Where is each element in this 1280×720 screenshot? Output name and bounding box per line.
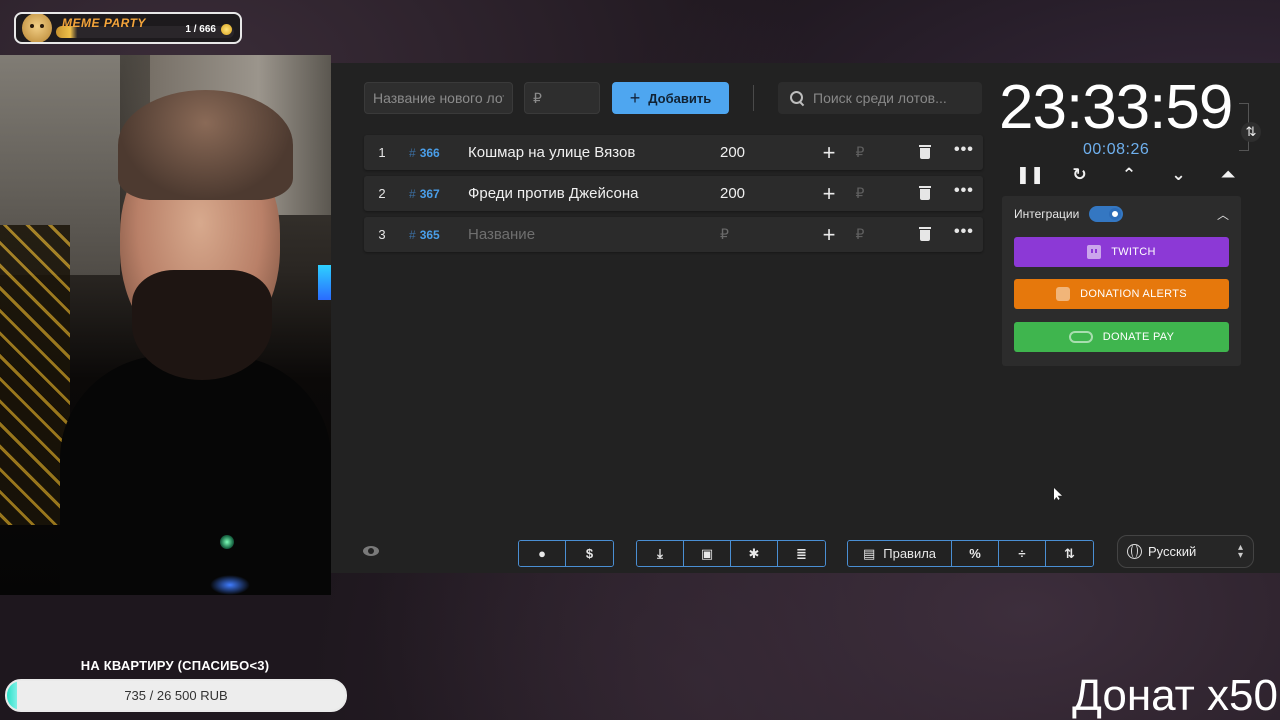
donate-pay-icon [1068,331,1093,343]
lot-add-amount-icon[interactable]: + [814,223,844,246]
elapsed-timer: 00:08:26 [1083,141,1150,158]
lot-id[interactable]: #367 [400,187,468,201]
donate-dollar-icon[interactable]: $ [566,541,613,566]
lot-row[interactable]: 3 #365 Название ₽ + ₽ ••• [364,217,983,252]
lot-row[interactable]: 1 #366 Кошмар на улице Вязов 200 + ₽ ••• [364,135,983,170]
add-lot-button[interactable]: + Добавить [612,82,729,114]
toolbar-divider [753,85,754,111]
language-label: Русский [1148,544,1197,559]
delete-lot-icon[interactable] [919,145,931,159]
lot-add-amount-icon[interactable]: + [814,141,844,164]
twitch-icon [1087,245,1102,259]
globe-icon [1127,544,1142,559]
lot-amount[interactable]: 200 [720,144,814,161]
lot-row[interactable]: 2 #367 Фреди против Джейсона 200 + ₽ ••• [364,176,983,211]
rules-label: Правила [883,546,937,561]
delete-lot-icon[interactable] [919,227,931,241]
meme-party-widget: MEME PARTY 1 / 666 [14,12,242,44]
donate-pay-label: DONATE PAY [1102,331,1175,343]
lot-extra-amount-input[interactable]: ₽ [844,144,876,161]
more-options-icon[interactable]: ••• [954,223,974,241]
meme-party-title: MEME PARTY [62,16,146,30]
lot-extra-amount-input[interactable]: ₽ [844,185,876,202]
plus-icon: + [629,88,641,108]
reset-icon[interactable]: ↻ [1067,162,1093,188]
donation-alerts-icon [1056,287,1071,301]
more-options-icon[interactable]: ••• [954,141,974,159]
auction-app: + Добавить 1 #366 Кошмар на улице Вязов … [331,63,1280,573]
rules-button[interactable]: ▤ Правила [848,541,952,566]
coin-icon [221,24,232,35]
timer-controls: ❚❚ ↻ ⌃ ⌄ ⏶ [1016,162,1241,188]
search-box[interactable] [778,82,982,114]
search-icon [790,91,804,105]
save-icon[interactable]: ▣ [684,541,731,566]
donation-goal-bar: 735 / 26 500 RUB [5,679,347,712]
lot-id[interactable]: #366 [400,146,468,160]
lot-amount[interactable]: 200 [720,185,814,202]
more-options-icon[interactable]: ••• [954,182,974,200]
integrations-panel: Интеграции ︿ TWITCH DONATION ALERTS DONA… [1002,196,1241,366]
donation-goal-title: НА КВАРТИРУ (СПАСИБО<3) [80,658,270,673]
twitch-label: TWITCH [1111,246,1156,258]
select-caret-icon: ▴ ▾ [1237,542,1243,561]
lots-list: 1 #366 Кошмар на улице Вязов 200 + ₽ •••… [364,135,983,258]
percent-button[interactable]: % [952,541,999,566]
bug-icon[interactable]: ✱ [731,541,778,566]
meme-party-count: 1 / 666 [185,24,216,35]
lot-id-value: 365 [419,227,440,242]
links-button-group: ● $ [518,540,614,567]
webcam-feed [0,55,331,595]
lot-name[interactable]: Кошмар на улице Вязов [468,144,720,161]
lot-id[interactable]: #365 [400,228,468,242]
lot-id-value: 366 [419,145,440,160]
lot-index: 1 [378,145,386,160]
donation-goal-text: 735 / 26 500 RUB [124,688,228,703]
lot-name[interactable]: Фреди против Джейсона [468,185,720,202]
lot-add-amount-icon[interactable]: + [814,182,844,205]
toolbar: + Добавить [364,82,982,114]
collapse-chevron-icon[interactable]: ︿ [1217,206,1229,223]
github-icon[interactable]: ● [519,541,566,566]
lot-amount-placeholder[interactable]: ₽ [720,226,814,243]
lot-name-placeholder[interactable]: Название [468,226,720,243]
lot-index: 3 [378,227,386,242]
lot-extra-amount-input[interactable]: ₽ [844,226,876,243]
swap-timer-icon[interactable]: ⇅ [1241,122,1261,142]
delete-lot-icon[interactable] [919,186,931,200]
auction-timer: 23:33:59 [999,73,1233,142]
settings-button-group: ▤ Правила % ÷ ⇅ [847,540,1094,567]
doge-avatar-icon [22,14,52,42]
pause-icon[interactable]: ❚❚ [1016,162,1045,188]
donation-alerts-button[interactable]: DONATION ALERTS [1014,279,1229,309]
lot-index: 2 [378,186,386,201]
add-lot-label: Добавить [648,90,712,106]
divide-icon[interactable]: ÷ [999,541,1046,566]
language-select[interactable]: Русский ▴ ▾ [1117,535,1254,568]
eye-icon[interactable] [363,546,379,556]
new-lot-price-input[interactable] [524,82,600,114]
new-lot-name-input[interactable] [364,82,513,114]
donate-pay-button[interactable]: DONATE PAY [1014,322,1229,352]
donation-multiplier-text: Донат x50 [1072,671,1278,720]
twitch-button[interactable]: TWITCH [1014,237,1229,267]
search-input[interactable] [813,83,978,113]
integrations-header: Интеграции ︿ [1002,196,1241,232]
rules-icon: ▤ [862,545,876,561]
lot-id-value: 367 [419,186,440,201]
integrations-toggle[interactable] [1089,206,1124,222]
chevron-up-icon[interactable]: ⌃ [1116,162,1142,188]
sort-icon[interactable]: ⇅ [1046,541,1093,566]
double-chevron-up-icon[interactable]: ⏶ [1215,162,1241,188]
chevron-down-icon[interactable]: ⌄ [1166,162,1192,188]
file-button-group: ⤓ ▣ ✱ ≣ [636,540,826,567]
integrations-label: Интеграции [1014,207,1080,221]
download-icon[interactable]: ⤓ [637,541,684,566]
clear-list-icon[interactable]: ≣ [778,541,825,566]
donation-alerts-label: DONATION ALERTS [1080,288,1187,300]
